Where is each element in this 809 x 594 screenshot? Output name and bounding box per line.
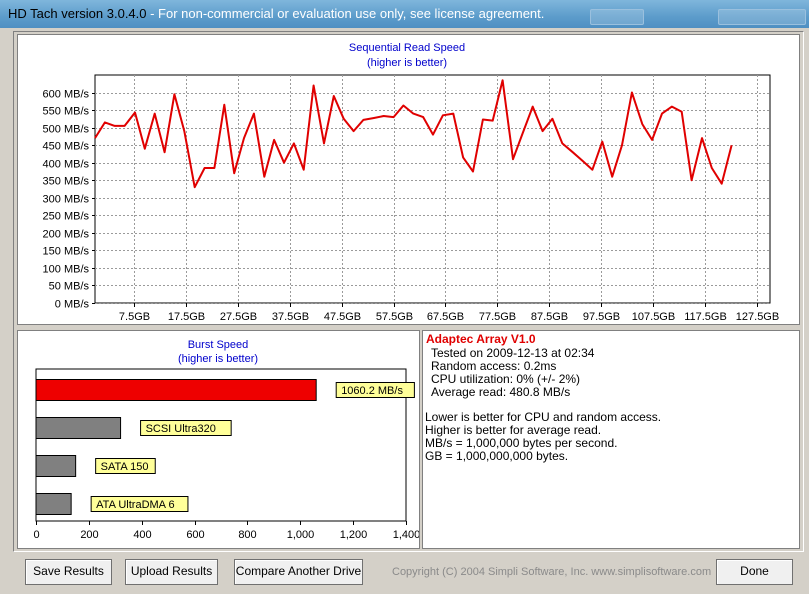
title-decoration	[718, 9, 806, 25]
burst-chart-subtitle: (higher is better)	[178, 353, 258, 365]
x-tick-label: 97.5GB	[583, 311, 620, 323]
sequential-chart-subtitle: (higher is better)	[367, 57, 447, 69]
x-tick-label: 47.5GB	[324, 311, 361, 323]
burst-bar	[35, 493, 72, 515]
info-note: MB/s = 1,000,000 bytes per second.	[425, 436, 618, 450]
window-title-warning: - For non-commercial or evaluation use o…	[146, 6, 545, 21]
x-tick-label: 107.5GB	[632, 311, 675, 323]
burst-speed-panel: Burst Speed (higher is better) 0 200 400 60…	[17, 330, 420, 549]
bar-label: SATA 150	[101, 461, 149, 473]
y-tick-label: 550 MB/s	[43, 106, 90, 118]
tested-on: Tested on 2009-12-13 at 02:34	[431, 346, 595, 360]
save-results-button[interactable]: Save Results	[25, 559, 112, 585]
bar-label: 1060.2 MB/s	[341, 385, 403, 397]
y-tick-label: 350 MB/s	[43, 176, 90, 188]
compare-another-drive-button[interactable]: Compare Another Drive	[234, 559, 363, 585]
random-access: Random access: 0.2ms	[431, 359, 557, 373]
x-tick-label: 57.5GB	[376, 311, 413, 323]
burst-bar-primary	[35, 379, 317, 401]
copyright-text: Copyright (C) 2004 Simpli Software, Inc.…	[392, 566, 712, 578]
title-bar: HD Tach version 3.0.4.0 - For non-commer…	[0, 0, 809, 28]
x-tick-label: 7.5GB	[119, 311, 150, 323]
info-note: GB = 1,000,000,000 bytes.	[425, 449, 569, 463]
average-read: Average read: 480.8 MB/s	[431, 385, 571, 399]
x-tick-label: 600	[186, 529, 204, 541]
burst-bar	[35, 417, 122, 439]
y-tick-label: 500 MB/s	[43, 124, 90, 136]
x-tick-label: 117.5GB	[684, 311, 727, 323]
x-tick-label: 127.5GB	[736, 311, 779, 323]
y-tick-label: 400 MB/s	[43, 159, 90, 171]
y-tick-label: 150 MB/s	[43, 246, 90, 258]
info-note: Lower is better for CPU and random acces…	[425, 410, 662, 424]
hd-tach-window: HD Tach version 3.0.4.0 - For non-commer…	[0, 0, 809, 594]
x-tick-label: 67.5GB	[427, 311, 464, 323]
y-tick-label: 50 MB/s	[49, 281, 90, 293]
y-tick-label: 0 MB/s	[55, 299, 90, 311]
x-tick-label: 1,000	[287, 529, 315, 541]
window-title: HD Tach version 3.0.4.0 - For non-commer…	[8, 6, 544, 21]
burst-chart-title: Burst Speed	[188, 339, 249, 351]
x-tick-label: 200	[80, 529, 98, 541]
x-tick-label: 77.5GB	[479, 311, 516, 323]
done-button[interactable]: Done	[716, 559, 793, 585]
bar-label: ATA UltraDMA 6	[96, 499, 174, 511]
x-tick-label: 87.5GB	[531, 311, 568, 323]
sequential-chart-title: Sequential Read Speed	[349, 42, 465, 54]
upload-results-button[interactable]: Upload Results	[125, 559, 218, 585]
x-tick-label: 1,200	[340, 529, 368, 541]
drive-info-panel: Adaptec Array V1.0 Tested on 2009-12-13 …	[422, 330, 800, 549]
title-decoration	[590, 9, 644, 25]
x-tick-label: 17.5GB	[168, 311, 205, 323]
x-tick-label: 27.5GB	[220, 311, 257, 323]
y-tick-label: 250 MB/s	[43, 211, 90, 223]
bar-label: SCSI Ultra320	[146, 423, 216, 435]
sequential-read-panel: Sequential Read Speed (higher is better)…	[17, 34, 800, 325]
x-tick-label: 37.5GB	[272, 311, 309, 323]
burst-bar	[35, 455, 77, 477]
y-tick-label: 600 MB/s	[43, 89, 90, 101]
x-tick-label: 1,400	[393, 529, 419, 541]
cpu-utilization: CPU utilization: 0% (+/- 2%)	[431, 372, 581, 386]
x-tick-label: 800	[238, 529, 256, 541]
drive-name: Adaptec Array V1.0	[426, 332, 536, 346]
y-tick-label: 300 MB/s	[43, 194, 90, 206]
y-tick-label: 200 MB/s	[43, 229, 90, 241]
info-note: Higher is better for average read.	[425, 423, 602, 437]
window-title-name: HD Tach version 3.0.4.0	[8, 6, 147, 21]
y-tick-label: 450 MB/s	[43, 141, 90, 153]
x-tick-label: 0	[33, 529, 39, 541]
x-tick-label: 400	[133, 529, 151, 541]
sequential-read-chart: Sequential Read Speed (higher is better)…	[43, 42, 780, 323]
y-tick-label: 100 MB/s	[43, 264, 90, 276]
burst-speed-chart: Burst Speed (higher is better) 0 200 400 60…	[33, 339, 420, 541]
